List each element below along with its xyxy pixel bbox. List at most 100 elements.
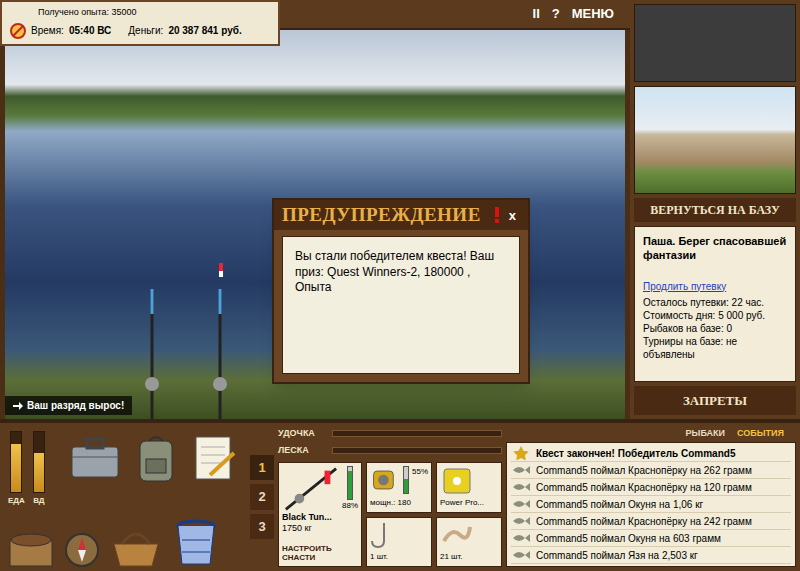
rank-notice[interactable]: Ваш разряд вырос! bbox=[5, 396, 132, 415]
meter-track bbox=[10, 431, 22, 493]
line-name: Power Pro... bbox=[440, 497, 498, 509]
fish-icon bbox=[511, 480, 531, 494]
event-row: Command5 поймал Окуня на 1,06 кг bbox=[511, 496, 791, 513]
warning-dialog: ПРЕДУПРЕЖДЕНИЕ x Вы стали победителем кв… bbox=[272, 198, 530, 384]
meter-label: ЕДА bbox=[8, 495, 25, 507]
tension-track bbox=[332, 430, 502, 437]
event-row: Command5 поймал Краснопёрку на 262 грамм bbox=[511, 462, 791, 479]
slot-tab[interactable]: 3 bbox=[250, 514, 274, 540]
reel-wear-fill bbox=[404, 479, 408, 493]
compass-icon[interactable] bbox=[64, 532, 100, 568]
notice-text: Ваш разряд вырос! bbox=[27, 398, 124, 413]
bottom-panel: ЕДА ВД 1 2 3 УДОЧКА ЛЕСКА bbox=[0, 419, 800, 571]
rod-wear-fill bbox=[348, 471, 352, 499]
reel-power: мощн.: 180 bbox=[370, 497, 428, 509]
base-info: Паша. Берег спасовавшей фантазии Продлит… bbox=[634, 226, 796, 382]
extend-link[interactable]: Продлить путевку bbox=[643, 279, 787, 294]
experience: Получено опыта: 35000 bbox=[10, 6, 270, 20]
meter-label: ВД bbox=[33, 495, 44, 507]
reel-card[interactable]: 55% мощн.: 180 bbox=[366, 462, 432, 513]
base-title: Паша. Берег спасовавшей фантазии bbox=[643, 235, 787, 263]
event-text: Квест закончен! Победитель Command5 bbox=[536, 446, 735, 461]
rod-wear-track bbox=[347, 466, 353, 500]
feed-panel: РЫБАКИ СОБЫТИЯ Квест закончен! Победитель… bbox=[506, 423, 800, 571]
hook-card[interactable]: 1 шт. bbox=[366, 517, 432, 568]
return-button[interactable]: ВЕРНУТЬСЯ НА БАЗУ bbox=[634, 198, 796, 222]
time-label: Время: bbox=[31, 23, 64, 38]
event-text: Command5 поймал Окуня на 603 грамм bbox=[536, 531, 721, 546]
rod-wear: 88% bbox=[342, 500, 358, 512]
slot-tab[interactable]: 2 bbox=[250, 484, 274, 510]
base-photo[interactable] bbox=[634, 86, 796, 194]
hook-icon bbox=[370, 521, 400, 549]
alert-icon bbox=[493, 207, 501, 223]
arrow-icon bbox=[13, 401, 23, 411]
lake-scene[interactable]: ПРЕДУПРЕЖДЕНИЕ x Вы стали победителем кв… bbox=[5, 30, 625, 419]
ad-box bbox=[634, 4, 796, 82]
fish-icon bbox=[511, 514, 531, 528]
meter-fill bbox=[34, 453, 44, 492]
bait-box-icon[interactable] bbox=[8, 528, 54, 568]
float-icon bbox=[218, 263, 224, 277]
line-spool-icon bbox=[440, 466, 474, 496]
bait-card[interactable]: 21 шт. bbox=[436, 517, 502, 568]
rod-icon[interactable] bbox=[208, 289, 232, 419]
slot-tab[interactable]: 1 bbox=[250, 455, 274, 481]
slot-tabs: 1 2 3 bbox=[250, 423, 274, 571]
menu-button[interactable]: МЕНЮ bbox=[572, 4, 614, 24]
feed-tab[interactable]: РЫБАКИ bbox=[686, 427, 725, 441]
dialog-title: ПРЕДУПРЕЖДЕНИЕ bbox=[282, 201, 481, 230]
rod-icon bbox=[282, 466, 340, 512]
fish-icon bbox=[511, 531, 531, 545]
base-panel: ВЕРНУТЬСЯ НА БАЗУ Паша. Берег спасовавше… bbox=[630, 0, 800, 419]
rod-name: Black Tun... bbox=[282, 512, 358, 523]
event-row: Command5 поймал Язя на 2,503 кг bbox=[511, 547, 791, 564]
tension-label: УДОЧКА bbox=[278, 427, 328, 441]
rod-card[interactable]: 88% Black Tun... 1750 кг НАСТРОИТЬ СНАСТ… bbox=[278, 462, 362, 567]
basket-icon[interactable] bbox=[110, 526, 162, 568]
feed-tab[interactable]: СОБЫТИЯ bbox=[737, 427, 784, 441]
event-text: Command5 поймал Краснопёрку на 120 грамм bbox=[536, 480, 752, 495]
bans-button[interactable]: ЗАПРЕТЫ bbox=[634, 386, 796, 416]
menu-button[interactable]: II bbox=[533, 4, 540, 24]
dialog-body: Вы стали победителем квеста! Ваш приз: Q… bbox=[282, 236, 520, 374]
dialog-header: ПРЕДУПРЕЖДЕНИЕ x bbox=[274, 200, 528, 230]
menu-button[interactable]: ? bbox=[552, 4, 560, 24]
tackle-box-icon[interactable] bbox=[70, 437, 120, 479]
tension-label: ЛЕСКА bbox=[278, 444, 328, 458]
reel-wear-track bbox=[403, 466, 409, 494]
event-text: Command5 поймал Окуня на 1,06 кг bbox=[536, 497, 703, 512]
event-list: Квест закончен! Победитель Command5Comma… bbox=[506, 442, 796, 567]
reel-wear: 55% bbox=[412, 466, 428, 478]
reel-icon bbox=[370, 466, 400, 494]
game-view: II?МЕНЮ ПРЕДУПРЕЖДЕНИЕ x Вы bbox=[0, 0, 630, 419]
setup-button[interactable]: НАСТРОИТЬ СНАСТИ bbox=[282, 545, 358, 563]
inventory: ЕДА ВД bbox=[0, 423, 250, 571]
rod-capacity: 1750 кг bbox=[282, 523, 358, 534]
fish-icon bbox=[511, 463, 531, 477]
backpack-icon[interactable] bbox=[134, 433, 178, 483]
event-row: Command5 поймал Краснопёрку на 242 грамм bbox=[511, 513, 791, 530]
event-text: Command5 поймал Краснопёрку на 242 грамм bbox=[536, 514, 752, 529]
fish-icon bbox=[511, 497, 531, 511]
hook-count: 1 шт. bbox=[370, 551, 428, 563]
money-label: Деньги: bbox=[128, 23, 163, 38]
close-button[interactable]: x bbox=[505, 209, 520, 222]
rod-icon[interactable] bbox=[140, 289, 164, 419]
tension-track bbox=[332, 447, 502, 454]
tension-bar: УДОЧКА bbox=[278, 427, 502, 441]
event-row: Command5 поймал Окуня на 603 грамм bbox=[511, 530, 791, 547]
status-meter: ВД bbox=[33, 431, 45, 507]
status-meter: ЕДА bbox=[8, 431, 25, 507]
event-row: Квест закончен! Победитель Command5 bbox=[511, 445, 791, 462]
keep-net-icon[interactable] bbox=[172, 518, 220, 568]
line-card[interactable]: Power Pro... bbox=[436, 462, 502, 513]
game-time: 05:40 ВС bbox=[69, 23, 111, 38]
base-info-line: Осталось путевки: 22 час. bbox=[643, 296, 787, 309]
tension-bar: ЛЕСКА bbox=[278, 444, 502, 458]
notepad-icon[interactable] bbox=[192, 433, 236, 481]
dialog-message: Вы стали победителем квеста! Ваш приз: Q… bbox=[295, 249, 494, 294]
no-food-icon bbox=[10, 23, 26, 39]
hud: Получено опыта: 35000 Время: 05:40 ВС Де… bbox=[0, 0, 280, 46]
star-icon bbox=[511, 446, 531, 460]
